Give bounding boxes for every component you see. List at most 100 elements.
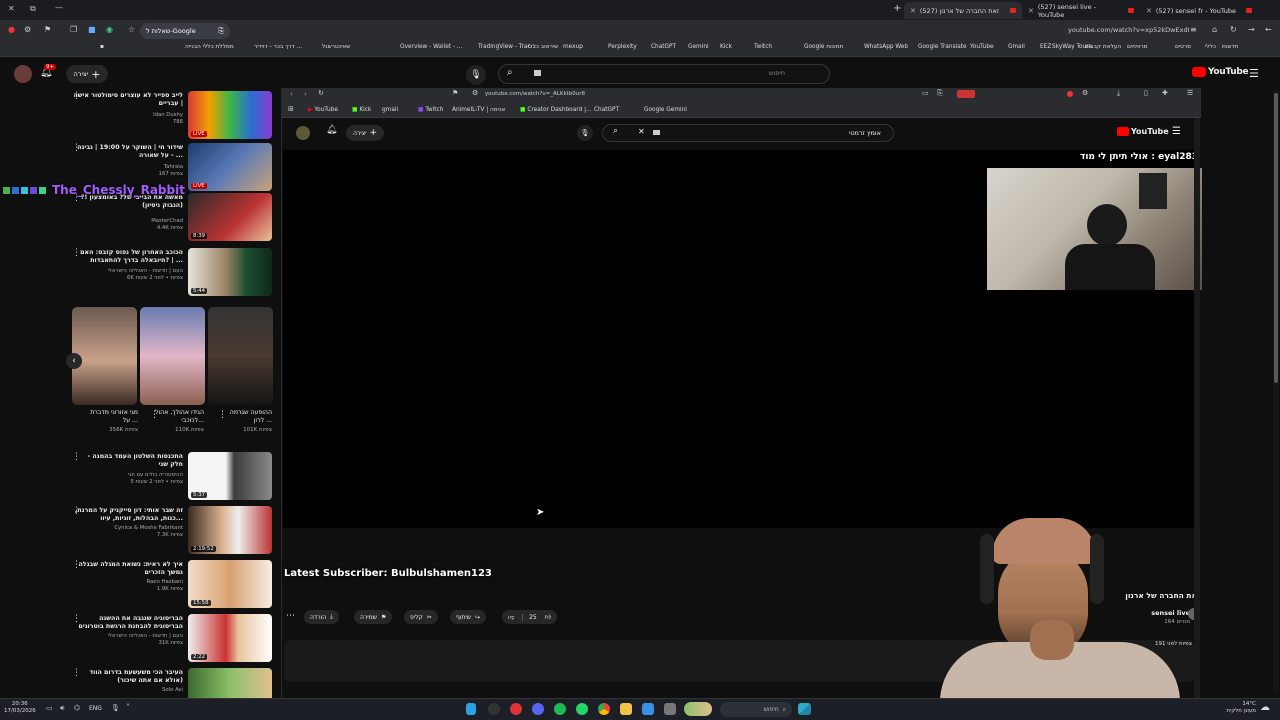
- create-button[interactable]: יצירה +: [346, 125, 384, 141]
- whatsapp-icon[interactable]: ◉: [106, 25, 113, 34]
- keyboard-icon[interactable]: [653, 130, 660, 135]
- tab-sensei-live[interactable]: ✕ (527) sensei live - YouTube: [1022, 2, 1140, 19]
- bell-icon[interactable]: 🔔︎: [326, 125, 337, 135]
- share-button[interactable]: שיתוף ↪: [450, 610, 487, 624]
- video-title[interactable]: הבריסוגיה שנגבה את ההשגה הבריסוגית להבחנ…: [73, 615, 183, 631]
- channel-name[interactable]: Tahrala: [164, 164, 183, 170]
- bookmark-item[interactable]: Kick: [720, 44, 732, 50]
- puzzle-icon[interactable]: ✚: [1162, 89, 1168, 97]
- youtube-logo[interactable]: YouTube: [1192, 67, 1249, 77]
- bookmark-item[interactable]: Google Gemini: [644, 107, 687, 113]
- short-thumbnail[interactable]: [140, 307, 205, 405]
- bookmark-item[interactable]: gmail: [382, 107, 398, 113]
- list-item[interactable]: 5:44 ⋮ הכוכב האחרון של נפוס קזבס: האם חי…: [60, 248, 275, 300]
- video-thumbnail[interactable]: 8:39: [188, 193, 272, 241]
- list-item[interactable]: 15:58 ⋮ איך לא ראית: נשואת המגלה שבגלה נ…: [60, 560, 275, 612]
- video-thumbnail[interactable]: 2:19:52: [188, 506, 272, 554]
- mic-icon[interactable]: 🎙︎: [111, 704, 120, 712]
- bookmark-item[interactable]: חדשות: [1222, 44, 1238, 50]
- dislike-icon[interactable]: 👎︎: [508, 613, 514, 621]
- chevron-up-icon[interactable]: ˄: [126, 703, 130, 712]
- like-icon[interactable]: 👍︎: [545, 613, 551, 621]
- google-ask-chip[interactable]: שאלות ל-Google ⎘: [140, 23, 230, 39]
- extensions-icon[interactable]: ⚙: [1082, 89, 1088, 97]
- translate-icon[interactable]: ■: [88, 25, 96, 34]
- discord-icon[interactable]: [532, 703, 544, 715]
- clock[interactable]: 20:36 17/03/2026: [4, 701, 36, 715]
- channel-name[interactable]: Raen Hasbani: [146, 579, 183, 585]
- tab-search-icon[interactable]: ▭: [922, 89, 929, 97]
- video-title[interactable]: זה שבר אותי: דון סייקניק על המרגת, כנות,…: [73, 507, 183, 523]
- list-item[interactable]: LIVE ⋮ לייב ספייר לא עוצרים סימולטור איש…: [60, 91, 275, 143]
- apps-icon[interactable]: ⊞: [288, 105, 294, 113]
- short-title[interactable]: ההופעה שגרמה לרון ...: [222, 409, 272, 425]
- video-thumbnail[interactable]: 2:22: [188, 614, 272, 662]
- video-thumbnail[interactable]: 15:58: [188, 560, 272, 608]
- search-icon[interactable]: ⌕: [613, 126, 618, 136]
- tune-icon[interactable]: ≡: [1190, 25, 1197, 34]
- hamburger-menu-icon[interactable]: ☰: [1249, 67, 1259, 80]
- bookmark-item[interactable]: mexup: [563, 44, 583, 50]
- save-button[interactable]: שמירה ⚑: [354, 610, 393, 624]
- extension-icon[interactable]: ●: [8, 25, 15, 34]
- video-title[interactable]: לייב ספייר לא עוצרים סימולטור אישה | עבר…: [73, 92, 183, 108]
- keyboard-icon[interactable]: [534, 70, 541, 76]
- tab-close-icon[interactable]: ✕: [1146, 7, 1152, 15]
- window-controls-icon[interactable]: ✕: [8, 4, 15, 13]
- list-item[interactable]: 2:19:52 ⋮ זה שבר אותי: דון סייקניק על המ…: [60, 506, 275, 558]
- menu-icon[interactable]: ☰: [1187, 89, 1193, 97]
- clear-icon[interactable]: ✕: [638, 127, 645, 136]
- copy-icon[interactable]: ❐: [70, 25, 77, 34]
- chrome-icon[interactable]: [598, 703, 610, 715]
- more-actions-icon[interactable]: ⋯: [286, 611, 295, 621]
- channel-name[interactable]: Cynica & Moshe Fabrikant: [114, 525, 183, 531]
- bookmark-item-rtl[interactable]: ▪: [100, 44, 104, 50]
- bookmark-item[interactable]: שאינטרשנל: [322, 44, 350, 50]
- short-thumbnail[interactable]: [208, 307, 273, 405]
- bookmark-item[interactable]: ממללת כללי הבנייה: [185, 44, 234, 50]
- bookmark-item[interactable]: Google תמונות: [804, 44, 843, 50]
- taskbar-search[interactable]: חיפוש ⌕: [720, 702, 792, 717]
- sidebar-icon[interactable]: ▯: [1144, 89, 1148, 97]
- youtube-logo[interactable]: YouTube: [1117, 127, 1169, 136]
- video-thumbnail[interactable]: LIVE: [188, 91, 272, 139]
- short-title[interactable]: הגידו אהולך, אהול לכוכבי...: [154, 409, 204, 425]
- inner-url-text[interactable]: youtube.com/watch?v=_ALKktb0ur8: [485, 91, 585, 97]
- inner-search-box[interactable]: ⌕ ✕ אומץ זרמטי: [602, 124, 894, 142]
- search-input[interactable]: חיפוש: [769, 69, 785, 77]
- bookmark-item[interactable]: TradingView - Trac...: [478, 44, 536, 50]
- bookmark-item[interactable]: Google Translate: [918, 44, 967, 50]
- bookmark-star-icon[interactable]: ☆: [128, 25, 135, 34]
- tab-active-video[interactable]: ✕ (527) זאת החברה של ארנון: [904, 2, 1022, 19]
- video-title[interactable]: העיבר הכי משעשעת בדרום הווד (אולא אם אתה…: [73, 669, 183, 685]
- video-title[interactable]: איך לא ראית: נשואת המגלה שבגלה נמשך הזכר…: [73, 561, 183, 577]
- bookmark-item[interactable]: ChatGPT: [651, 44, 676, 50]
- video-thumbnail[interactable]: LIVE: [188, 143, 272, 191]
- video-title[interactable]: שידור חי | השוקר על 19:00 | גבינה על שאו…: [73, 144, 183, 160]
- back-icon[interactable]: ‹: [290, 90, 293, 98]
- extension-icon[interactable]: [957, 90, 975, 98]
- list-item[interactable]: 2:22 ⋮ הבריסוגיה שנגבה את ההשגה הבריסוגי…: [60, 614, 275, 666]
- home-icon[interactable]: ⌂: [1212, 25, 1217, 34]
- video-thumbnail[interactable]: [188, 668, 272, 698]
- bookmark-item[interactable]: AnimeIL-TV | אנימה: [452, 107, 505, 113]
- bookmark-item[interactable]: ■ Kick: [352, 107, 371, 113]
- cast-icon[interactable]: ⚑: [44, 25, 51, 34]
- notifications-icon[interactable]: ▭: [46, 704, 53, 712]
- bookmark-item[interactable]: סרטים: [1175, 44, 1191, 50]
- bookmark-item[interactable]: ■ Creator Dashboard |...: [520, 107, 592, 113]
- search-icon[interactable]: ⌕: [507, 67, 513, 78]
- reload-icon[interactable]: ↻: [318, 89, 324, 97]
- video-title[interactable]: התכנסות השלטון העמד בהמנה - חלק שני: [73, 453, 183, 469]
- bookmark-item[interactable]: Gemini: [688, 44, 709, 50]
- list-item[interactable]: 8:39 ⋮ מאשה את הבייבי של? באומצעון !? (ה…: [60, 193, 275, 245]
- bookmark-item[interactable]: דרך בכר - דוידיר ...: [254, 44, 302, 50]
- channel-name[interactable]: Solo Avi: [73, 687, 183, 694]
- video-title[interactable]: הכוכב האחרון של נפוס קזבס: האם חיובאלה ב…: [73, 249, 183, 265]
- bookmark-item[interactable]: ■ Twitch: [418, 107, 443, 113]
- tab-sensei-fr[interactable]: ✕ (527) sensei fr - YouTube: [1140, 2, 1258, 19]
- voice-search-icon[interactable]: 🎙︎: [466, 65, 486, 85]
- minimize-icon[interactable]: —: [55, 3, 63, 12]
- forward-icon[interactable]: →: [1248, 25, 1255, 34]
- bookmark-item[interactable]: Overview - Wallet - ...: [400, 44, 462, 50]
